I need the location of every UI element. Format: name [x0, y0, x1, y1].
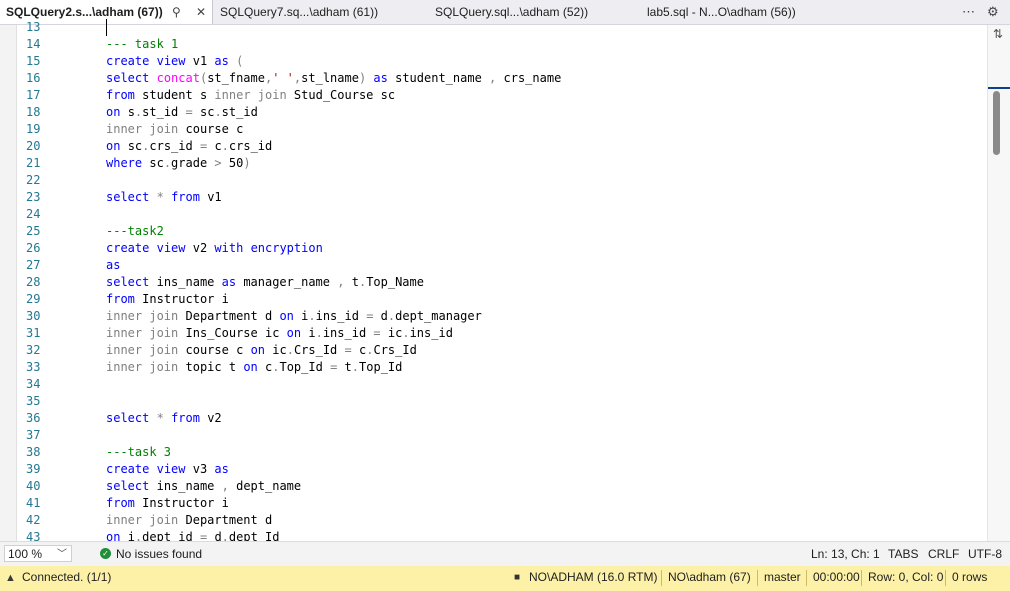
- check-icon: ✓: [100, 548, 111, 559]
- line-number: 35: [26, 394, 41, 408]
- line-number: 20: [26, 139, 41, 153]
- code-line[interactable]: from Instructor i: [106, 495, 229, 512]
- pin-icon[interactable]: ⚲: [172, 0, 181, 24]
- code-line[interactable]: select ins_name , dept_name: [106, 478, 301, 495]
- separator: [661, 570, 662, 586]
- code-line[interactable]: where sc.grade > 50): [106, 155, 251, 172]
- indentation-mode[interactable]: TABS: [888, 542, 918, 566]
- chevron-down-icon: ﹀: [57, 549, 67, 560]
- code-line[interactable]: from student s inner join Stud_Course sc: [106, 87, 395, 104]
- line-number: 18: [26, 105, 41, 119]
- line-number: 14: [26, 37, 41, 51]
- vertical-scrollbar[interactable]: ⇅: [987, 25, 1010, 541]
- document-tab-bar: SQLQuery2.s...\adham (67)) ⚲ ✕ SQLQuery7…: [0, 0, 1010, 25]
- scrollbar-thumb[interactable]: [993, 91, 1000, 155]
- code-area[interactable]: --- task 1 create view v1 as (select conc…: [106, 19, 986, 544]
- line-number: 23: [26, 190, 41, 204]
- line-number: 34: [26, 377, 41, 391]
- tab-label: SQLQuery7.sq...\adham (61)): [220, 5, 379, 19]
- scroll-position-marker: [988, 87, 1010, 89]
- code-line[interactable]: inner join Department d on i.ins_id = d.…: [106, 308, 482, 325]
- server-name: NO\ADHAM (16.0 RTM): [529, 570, 658, 584]
- code-line[interactable]: inner join course c on ic.Crs_Id = c.Crs…: [106, 342, 417, 359]
- code-line[interactable]: inner join topic t on c.Top_Id = t.Top_I…: [106, 359, 402, 376]
- cursor-position[interactable]: Ln: 13, Ch: 1: [811, 542, 880, 566]
- row-col: Row: 0, Col: 0: [868, 570, 944, 584]
- split-editor-icon[interactable]: ⇅: [992, 27, 1004, 41]
- line-number: 27: [26, 258, 41, 272]
- code-line[interactable]: as: [106, 257, 120, 274]
- code-line[interactable]: ---task 3: [106, 444, 171, 461]
- tab-sqlquery[interactable]: SQLQuery.sql...\adham (52)): [435, 0, 635, 24]
- code-line[interactable]: select concat(st_fname,' ',st_lname) as …: [106, 70, 561, 87]
- file-encoding[interactable]: UTF-8: [968, 542, 1002, 566]
- line-number: 38: [26, 445, 41, 459]
- line-number: 42: [26, 513, 41, 527]
- code-line[interactable]: select * from v2: [106, 410, 222, 427]
- line-number: 16: [26, 71, 41, 85]
- line-number: 28: [26, 275, 41, 289]
- issues-status[interactable]: No issues found: [116, 542, 202, 566]
- tab-label: lab5.sql - N...O\adham (56)): [647, 5, 796, 19]
- code-line[interactable]: inner join course c: [106, 121, 243, 138]
- database-name: master: [764, 570, 801, 584]
- zoom-value: 100 %: [8, 547, 43, 561]
- line-endings[interactable]: CRLF: [928, 542, 959, 566]
- zoom-select[interactable]: 100 % ﹀: [4, 545, 72, 562]
- line-number: 40: [26, 479, 41, 493]
- line-number: 31: [26, 326, 41, 340]
- code-line[interactable]: from Instructor i: [106, 291, 229, 308]
- code-line[interactable]: on s.st_id = sc.st_id: [106, 104, 258, 121]
- code-line[interactable]: --- task 1: [106, 36, 178, 53]
- line-number: 36: [26, 411, 41, 425]
- connection-icon: ▲: [5, 572, 16, 584]
- code-line[interactable]: inner join Ins_Course ic on i.ins_id = i…: [106, 325, 453, 342]
- line-number: 39: [26, 462, 41, 476]
- line-number: 19: [26, 122, 41, 136]
- line-number: 17: [26, 88, 41, 102]
- more-icon[interactable]: ⋯: [962, 0, 975, 24]
- row-count: 0 rows: [952, 570, 988, 584]
- close-icon[interactable]: ✕: [196, 0, 206, 24]
- code-line[interactable]: create view v1 as (: [106, 53, 243, 70]
- code-line[interactable]: select ins_name as manager_name , t.Top_…: [106, 274, 424, 291]
- elapsed-time: 00:00:00: [813, 570, 860, 584]
- connection-status-bar: ▲ Connected. (1/1) ■ NO\ADHAM (16.0 RTM)…: [0, 566, 1010, 591]
- code-line[interactable]: create view v3 as: [106, 461, 229, 478]
- tab-lab5[interactable]: lab5.sql - N...O\adham (56)): [647, 0, 857, 24]
- code-line[interactable]: ---task2: [106, 223, 164, 240]
- connection-status: Connected. (1/1): [22, 570, 112, 584]
- line-number: 25: [26, 224, 41, 238]
- line-number: 41: [26, 496, 41, 510]
- separator: [757, 570, 758, 586]
- tab-sqlquery7[interactable]: SQLQuery7.sq...\adham (61)): [220, 0, 420, 24]
- line-number: 26: [26, 241, 41, 255]
- line-number: 33: [26, 360, 41, 374]
- line-number: 29: [26, 292, 41, 306]
- separator: [861, 570, 862, 586]
- code-line[interactable]: inner join Department d: [106, 512, 272, 529]
- code-line[interactable]: select * from v1: [106, 189, 222, 206]
- line-number: 15: [26, 54, 41, 68]
- line-number: 21: [26, 156, 41, 170]
- line-number: 30: [26, 309, 41, 323]
- text-caret: [106, 19, 107, 36]
- line-number: 24: [26, 207, 41, 221]
- code-line[interactable]: create view v2 with encryption: [106, 240, 323, 257]
- code-line[interactable]: on sc.crs_id = c.crs_id: [106, 138, 272, 155]
- line-number: 13: [26, 20, 41, 34]
- server-icon: ■: [514, 572, 521, 583]
- line-number: 37: [26, 428, 41, 442]
- gear-icon[interactable]: ⚙: [987, 0, 999, 24]
- editor-margin: [0, 25, 17, 541]
- editor-status-bar: 100 % ﹀ ✓ No issues found Ln: 13, Ch: 1 …: [0, 541, 1010, 566]
- separator: [945, 570, 946, 586]
- code-editor[interactable]: 13 14 15 16 17 18 19 20 21 22 23 24 25 26 27 28 29 30 31 32…: [0, 19, 1010, 544]
- separator: [806, 570, 807, 586]
- line-number: 22: [26, 173, 41, 187]
- login-user: NO\adham (67): [668, 570, 751, 584]
- line-number-gutter: 13 14 15 16 17 18 19 20 21 22 23 24 25 26 27 28 29 30 31 32…: [16, 20, 46, 544]
- tab-label: SQLQuery.sql...\adham (52)): [435, 5, 589, 19]
- line-number: 32: [26, 343, 41, 357]
